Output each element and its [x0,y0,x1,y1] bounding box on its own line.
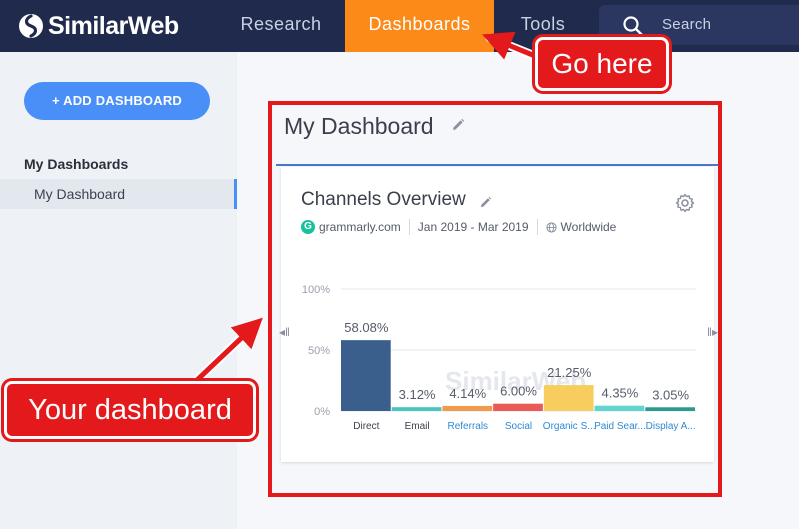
your-dashboard-callout: Your dashboard [4,381,256,439]
dashboard-highlight-box [268,101,722,497]
go-here-callout: Go here [535,37,669,91]
